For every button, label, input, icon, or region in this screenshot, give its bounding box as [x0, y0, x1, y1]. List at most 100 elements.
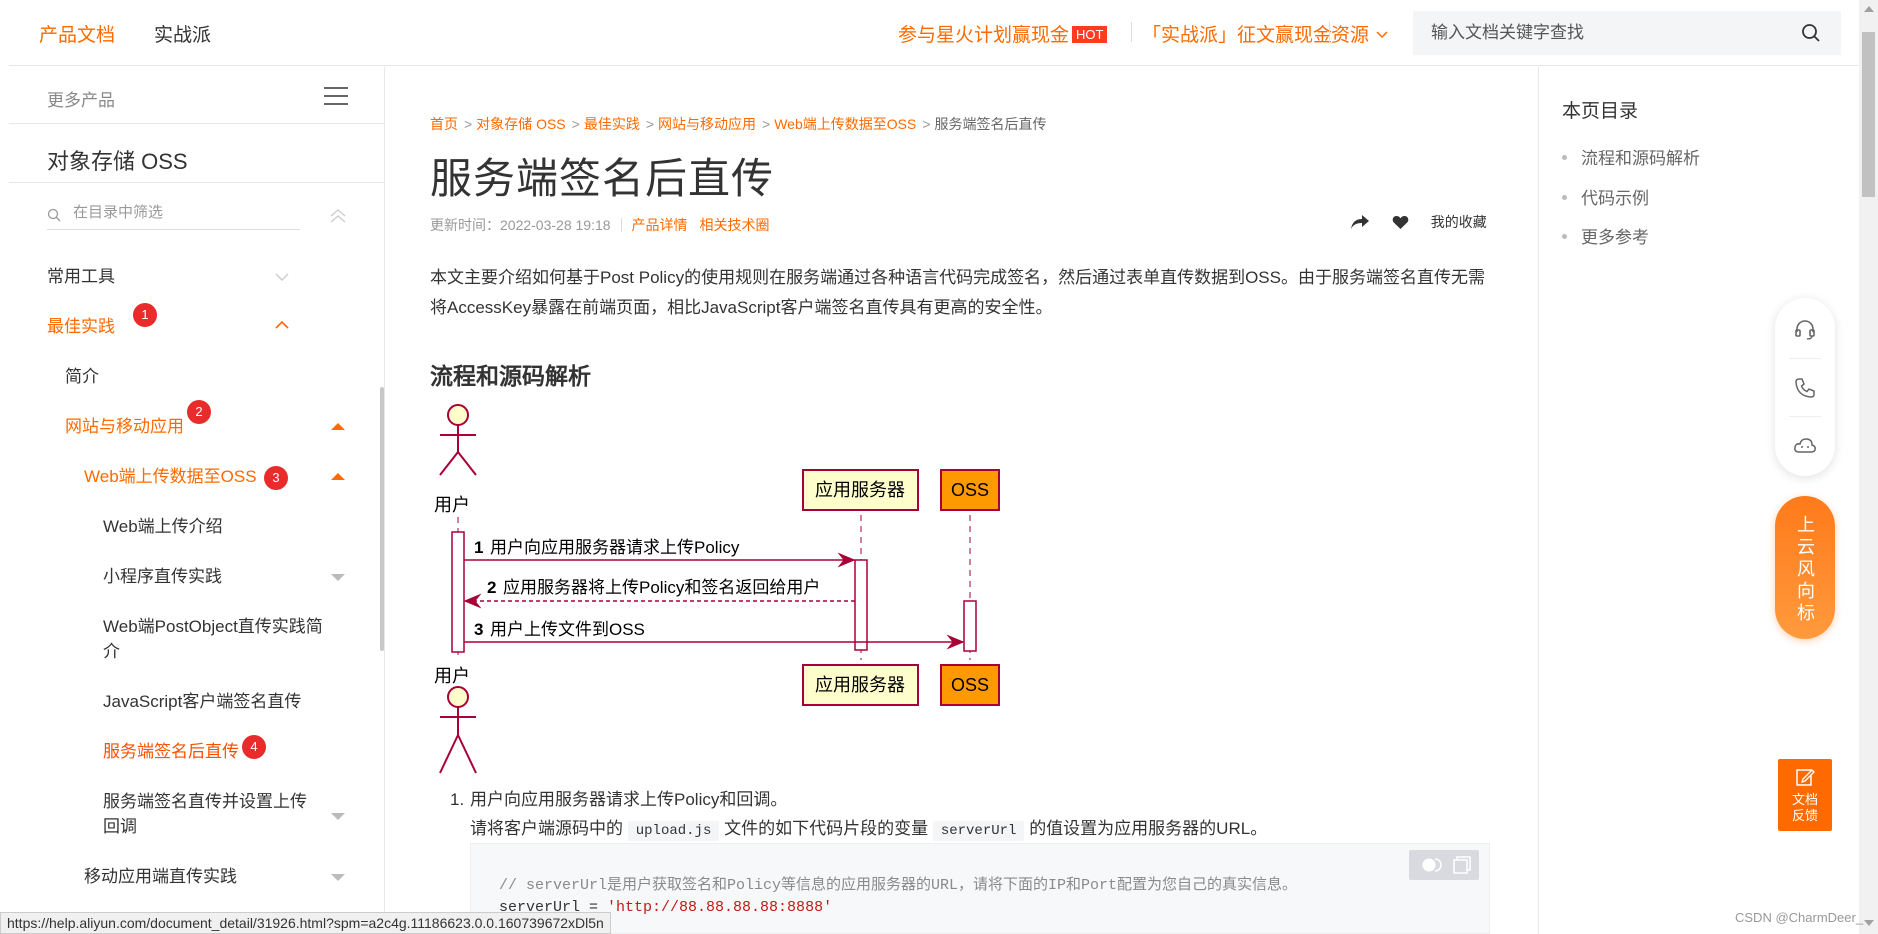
cloud-trend-label: 上云风向标 — [1797, 515, 1815, 623]
article-actions: 我的收藏 — [1350, 212, 1487, 232]
tree-item-best-practices[interactable]: 最佳实践 — [47, 314, 115, 339]
message-3-number: 3 — [474, 620, 483, 639]
resources-dropdown[interactable]: 资源 — [1331, 20, 1388, 47]
actor-user-top-icon — [439, 404, 477, 476]
search-input[interactable] — [1431, 20, 1791, 46]
toc-item-more-refs[interactable]: 更多参考 — [1562, 223, 1649, 248]
breadcrumb-oss[interactable]: 对象存储 OSS — [476, 116, 565, 132]
toc-item-code-example[interactable]: 代码示例 — [1562, 184, 1649, 209]
message-2-number: 2 — [487, 578, 496, 597]
breadcrumb-best-practices[interactable]: 最佳实践 — [584, 116, 640, 132]
nav-product-docs[interactable]: 产品文档 — [39, 20, 115, 47]
resources-label: 资源 — [1331, 25, 1370, 46]
chevron-down-icon[interactable] — [275, 273, 289, 281]
code-comment-line: // serverUrl是用户获取签名和Policy等信息的应用服务器的URL，… — [499, 877, 1298, 894]
participant-app-server-top-label: 应用服务器 — [815, 480, 905, 500]
chevron-down-icon — [1376, 31, 1388, 39]
product-title: 对象存储 OSS — [47, 149, 188, 174]
participant-oss-bottom-label: OSS — [951, 675, 989, 695]
directory-filter — [47, 200, 300, 230]
step-1-desc-a: 请将客户端源码中的 — [470, 819, 623, 838]
directory-filter-input[interactable] — [73, 204, 293, 221]
promo-essay-link[interactable]: 「实战派」征文赢现金 — [1142, 20, 1332, 47]
theme-toggle-icon[interactable] — [1421, 857, 1443, 873]
toc-item-flow-label: 流程和源码解析 — [1581, 149, 1700, 168]
divider — [1538, 67, 1539, 934]
page-scrollbar[interactable] — [1859, 0, 1878, 934]
annotation-badge: 2 — [187, 400, 211, 424]
divider — [1329, 22, 1330, 42]
tree-item-postobject[interactable]: Web端PostObject直传实践简介 — [103, 614, 333, 664]
headset-icon[interactable] — [1793, 318, 1817, 342]
feedback-line-1: 文档 — [1791, 792, 1818, 807]
status-bar-url: https://help.aliyun.com/document_detail/… — [0, 912, 611, 934]
product-detail-link[interactable]: 产品详情 — [632, 217, 688, 233]
toc-item-flow[interactable]: 流程和源码解析 — [1562, 144, 1700, 169]
tree-item-common-tools[interactable]: 常用工具 — [47, 264, 115, 289]
tech-circle-link[interactable]: 相关技术圈 — [700, 217, 770, 233]
divider — [9, 182, 385, 183]
toc-item-code-example-label: 代码示例 — [1581, 189, 1649, 208]
doc-feedback-button[interactable]: 文档 反馈 — [1778, 759, 1832, 831]
heart-icon[interactable] — [1392, 215, 1409, 230]
tree-item-server-sign-callback[interactable]: 服务端签名直传并设置上传回调 — [103, 789, 313, 839]
participant-app-server-bottom-label: 应用服务器 — [815, 675, 905, 695]
annotation-badge: 4 — [242, 735, 266, 759]
message-3-label: 用户上传文件到OSS — [490, 620, 645, 639]
cloud-trend-tab[interactable]: 上云风向标 — [1775, 496, 1835, 639]
scroll-up-arrow-icon[interactable] — [1864, 6, 1874, 12]
menu-icon[interactable] — [324, 87, 348, 105]
inline-code-var: serverUrl — [932, 821, 1025, 841]
step-1-desc-c: 的值设置为应用服务器的URL。 — [1029, 819, 1268, 838]
feedback-line-2: 反馈 — [1791, 808, 1818, 823]
step-1-number: 1. — [450, 790, 465, 809]
breadcrumb-web-upload[interactable]: Web端上传数据至OSS — [774, 116, 916, 132]
search-icon[interactable] — [1801, 23, 1821, 43]
edit-icon — [1796, 769, 1815, 786]
tree-item-server-sign-current[interactable]: 服务端签名后直传 — [103, 739, 239, 764]
scrollbar-thumb[interactable] — [1862, 32, 1875, 197]
collapse-all-icon[interactable] — [330, 209, 346, 223]
caret-down-icon[interactable] — [331, 574, 345, 581]
sidebar-scrollbar[interactable] — [380, 387, 384, 651]
tree-item-mobile-upload[interactable]: 移动应用端直传实践 — [84, 864, 237, 889]
more-products-label: 更多产品 — [47, 91, 115, 110]
watermark: CSDN @CharmDeer_ — [1735, 910, 1864, 925]
tree-item-web-upload-oss[interactable]: Web端上传数据至OSS — [84, 464, 257, 489]
step-list: 1. 用户向应用服务器请求上传Policy和回调。 请将客户端源码中的 uploa… — [450, 785, 1267, 846]
hot-badge: HOT — [1072, 26, 1108, 43]
tree-item-web-mobile[interactable]: 网站与移动应用 — [65, 414, 184, 439]
cloud-bot-icon[interactable] — [1793, 434, 1817, 458]
actor-user-top-label: 用户 — [434, 495, 470, 515]
share-icon[interactable] — [1350, 214, 1370, 230]
message-1-number: 1 — [474, 538, 483, 557]
tree-item-js-client-sign[interactable]: JavaScript客户端签名直传 — [103, 689, 301, 714]
doc-sidebar: 更多产品 对象存储 OSS 常用工具 最佳实践 1 简介 网站与移动应用 2 W… — [9, 67, 385, 934]
actor-user-bottom-label: 用户 — [434, 666, 470, 686]
copy-icon[interactable] — [1453, 856, 1471, 874]
chevron-up-icon[interactable] — [275, 321, 289, 329]
scroll-down-arrow-icon[interactable] — [1864, 920, 1874, 926]
caret-down-icon[interactable] — [331, 874, 345, 881]
section-heading: 流程和源码解析 — [430, 363, 591, 389]
breadcrumb-web-mobile[interactable]: 网站与移动应用 — [658, 116, 756, 132]
breadcrumb-home[interactable]: 首页 — [430, 116, 458, 132]
more-products-bar[interactable]: 更多产品 — [9, 67, 385, 124]
step-1: 1. 用户向应用服务器请求上传Policy和回调。 — [450, 785, 1267, 814]
page-title: 服务端签名后直传 — [430, 155, 775, 202]
my-favorites-link[interactable]: 我的收藏 — [1431, 214, 1487, 230]
caret-up-icon[interactable] — [331, 473, 345, 480]
tree-item-miniprogram[interactable]: 小程序直传实践 — [103, 564, 222, 589]
nav-practice[interactable]: 实战派 — [154, 20, 211, 47]
phone-icon[interactable] — [1793, 376, 1817, 400]
actor-user-bottom-icon — [439, 686, 477, 774]
update-time: 更新时间：2022-03-28 19:18 — [430, 217, 611, 233]
breadcrumb-current: 服务端签名后直传 — [934, 116, 1047, 132]
caret-up-icon[interactable] — [331, 423, 345, 430]
tree-item-intro[interactable]: 简介 — [65, 364, 99, 389]
promo-spark-link[interactable]: 参与星火计划赢现金 HOT — [898, 20, 1108, 47]
step-1-text: 用户向应用服务器请求上传Policy和回调。 — [470, 790, 788, 809]
breadcrumb: 首页 > 对象存储 OSS > 最佳实践 > 网站与移动应用 > Web端上传数据至OSS > 服务… — [430, 116, 1047, 132]
tree-item-web-upload-intro[interactable]: Web端上传介绍 — [103, 514, 223, 539]
caret-down-icon[interactable] — [331, 813, 345, 820]
